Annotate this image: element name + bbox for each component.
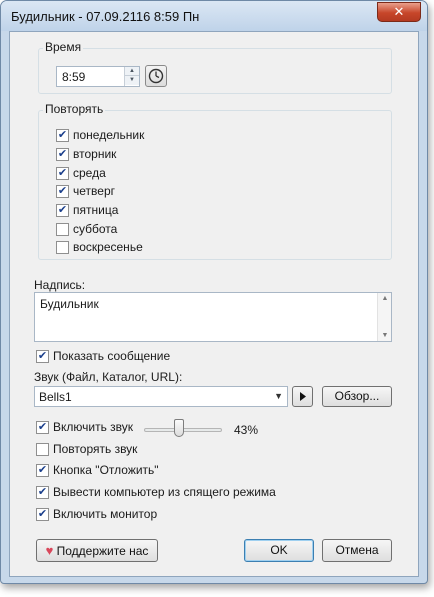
time-input[interactable]: 8:59 — [62, 70, 85, 84]
dialog-body: Время 8:59 ▲ ▼ Повторять ✔ понедельник ✔… — [9, 31, 419, 577]
checkbox-label: суббота — [73, 222, 118, 236]
checkbox-label: Включить звук — [53, 420, 134, 434]
checkbox[interactable]: ✔ — [56, 166, 69, 180]
caption-scrollbar[interactable]: ▲ ▼ — [377, 293, 391, 341]
day-tuesday[interactable]: ✔ вторник — [56, 146, 116, 162]
current-time-button[interactable] — [145, 65, 167, 87]
day-wednesday[interactable]: ✔ среда — [56, 165, 106, 181]
checkbox-label: Включить монитор — [53, 507, 158, 521]
browse-label: Обзор... — [334, 389, 380, 403]
support-button[interactable]: ♥ Поддержите нас — [36, 539, 158, 562]
time-spinner[interactable]: 8:59 ▲ ▼ — [56, 66, 140, 87]
checkbox[interactable]: ✔ — [36, 485, 49, 499]
day-saturday[interactable]: суббота — [56, 221, 117, 237]
day-sunday[interactable]: воскресенье — [56, 239, 143, 255]
ok-button[interactable]: OK — [244, 539, 314, 562]
day-friday[interactable]: ✔ пятница — [56, 202, 118, 218]
checkbox-label: пятница — [73, 203, 119, 217]
caption-textarea[interactable]: Будильник ▲ ▼ — [34, 292, 392, 342]
volume-value: 43% — [234, 423, 259, 437]
checkbox[interactable]: ✔ — [56, 128, 69, 142]
clock-icon — [148, 68, 164, 84]
checkbox[interactable]: ✔ — [36, 420, 49, 434]
volume-slider-thumb[interactable] — [174, 419, 184, 437]
checkbox[interactable]: ✔ — [36, 463, 49, 477]
scroll-up-icon[interactable]: ▲ — [378, 295, 392, 302]
checkbox-label: четверг — [73, 184, 115, 198]
checkbox[interactable]: ✔ — [56, 147, 69, 161]
cancel-label: Отмена — [335, 543, 379, 557]
checkbox-label: Повторять звук — [53, 442, 138, 456]
caption-text: Будильник — [40, 297, 99, 311]
caption-label: Надпись: — [34, 278, 86, 292]
scroll-down-icon[interactable]: ▼ — [378, 332, 392, 339]
ok-label: OK — [270, 543, 288, 557]
heart-icon: ♥ — [45, 543, 54, 558]
sound-value: Bells1 — [39, 390, 72, 404]
alarm-dialog-window: Будильник - 07.09.2116 8:59 Пн ✕ Время 8… — [0, 0, 428, 584]
checkbox-label: Показать сообщение — [53, 349, 171, 363]
checkbox[interactable]: ✔ — [36, 349, 49, 363]
window-title: Будильник - 07.09.2116 8:59 Пн — [11, 9, 200, 24]
chevron-down-icon[interactable]: ▼ — [274, 391, 283, 401]
play-button[interactable] — [292, 386, 313, 407]
checkbox-label: среда — [73, 166, 106, 180]
show-message-checkbox-row[interactable]: ✔ Показать сообщение — [36, 348, 170, 364]
spin-up-icon[interactable]: ▲ — [125, 67, 139, 76]
enable-monitor-checkbox-row[interactable]: ✔ Включить монитор — [36, 506, 157, 522]
checkbox[interactable]: ✔ — [56, 184, 69, 198]
checkbox-label: понедельник — [73, 128, 145, 142]
checkbox-label: воскресенье — [73, 240, 143, 254]
enable-sound-checkbox-row[interactable]: ✔ Включить звук — [36, 419, 133, 435]
checkbox[interactable] — [56, 240, 69, 254]
checkbox-label: Кнопка "Отложить" — [53, 463, 159, 477]
checkbox-label: вторник — [73, 147, 117, 161]
wake-computer-checkbox-row[interactable]: ✔ Вывести компьютер из спящего режима — [36, 484, 276, 500]
cancel-button[interactable]: Отмена — [322, 539, 392, 562]
checkbox[interactable]: ✔ — [56, 203, 69, 217]
repeat-sound-checkbox-row[interactable]: Повторять звук — [36, 441, 137, 457]
sound-label: Звук (Файл, Каталог, URL): — [34, 370, 183, 384]
spin-down-icon[interactable]: ▼ — [125, 76, 139, 85]
title-bar[interactable]: Будильник - 07.09.2116 8:59 Пн ✕ — [1, 1, 427, 31]
snooze-button-checkbox-row[interactable]: ✔ Кнопка "Отложить" — [36, 462, 159, 478]
close-button[interactable]: ✕ — [377, 2, 421, 22]
day-thursday[interactable]: ✔ четверг — [56, 183, 115, 199]
sound-combobox[interactable]: Bells1 ▼ — [34, 386, 288, 407]
support-label: Поддержите нас — [56, 544, 149, 558]
time-spin-buttons: ▲ ▼ — [124, 67, 139, 86]
repeat-group-label: Повторять — [43, 102, 106, 116]
checkbox-label: Вывести компьютер из спящего режима — [53, 485, 276, 499]
browse-button[interactable]: Обзор... — [322, 386, 392, 407]
checkbox[interactable] — [56, 222, 69, 236]
checkbox[interactable] — [36, 442, 49, 456]
day-monday[interactable]: ✔ понедельник — [56, 127, 144, 143]
close-icon: ✕ — [393, 4, 405, 19]
checkbox[interactable]: ✔ — [36, 507, 49, 521]
play-icon — [300, 392, 306, 401]
time-group-label: Время — [43, 40, 84, 54]
